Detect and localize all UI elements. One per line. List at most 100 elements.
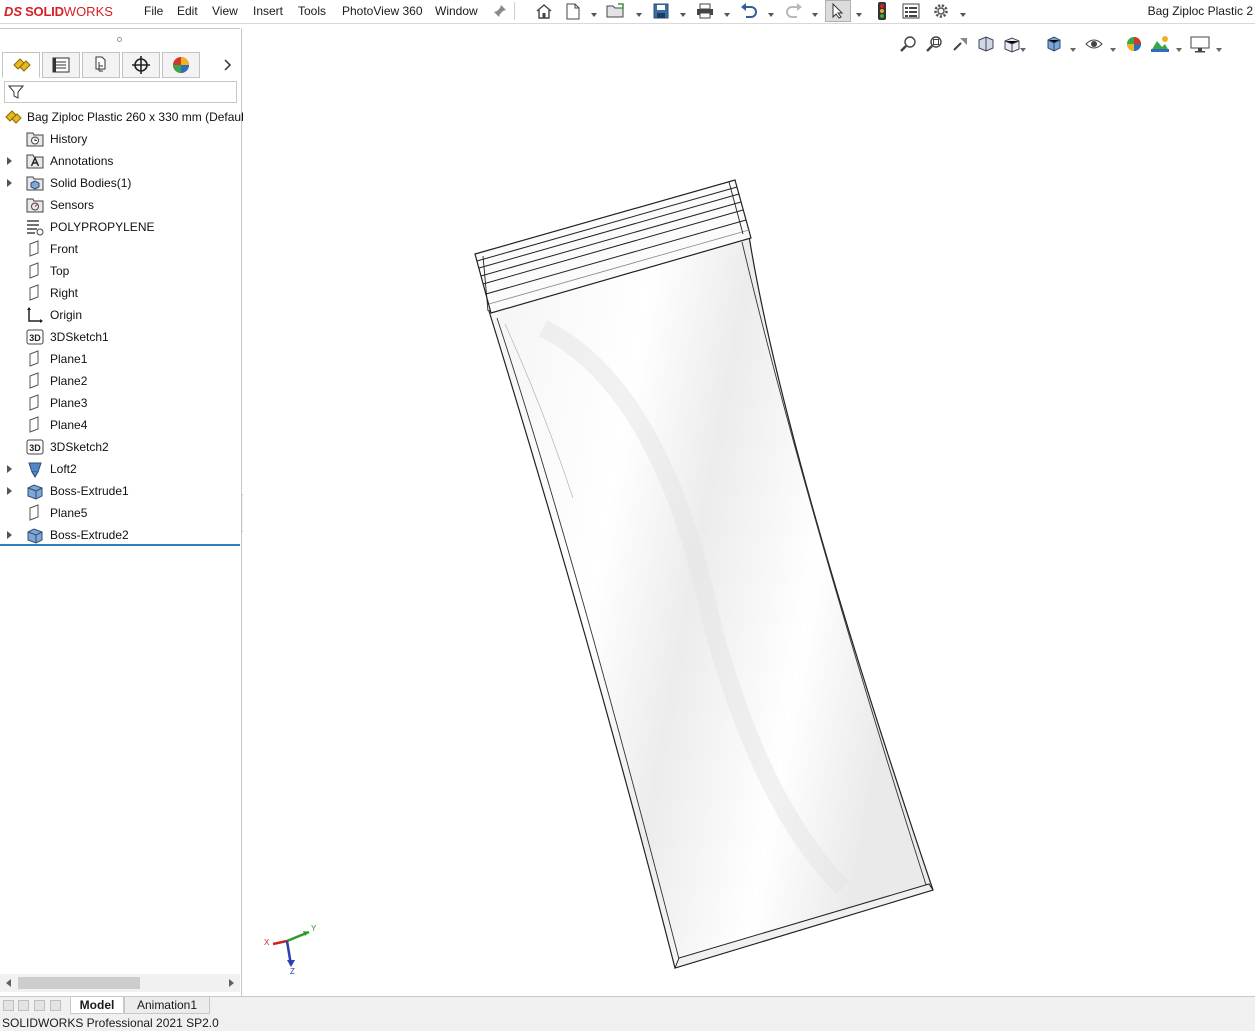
expand-arrow-icon[interactable] [7, 531, 12, 539]
undo-icon[interactable] [739, 2, 759, 20]
menu-view[interactable]: View [212, 4, 238, 18]
menu-edit[interactable]: Edit [177, 4, 198, 18]
menu-file[interactable]: File [144, 4, 163, 18]
configuration-manager-icon[interactable] [82, 52, 120, 78]
property-manager-icon[interactable] [42, 52, 80, 78]
tree-item-sensors[interactable]: Sensors [0, 194, 240, 216]
menu-insert[interactable]: Insert [253, 4, 283, 18]
tree-item-plane3[interactable]: Plane3 [0, 392, 240, 414]
tree-item-annotations[interactable]: Annotations [0, 150, 240, 172]
tree-item-boss-extrude2[interactable]: Boss-Extrude2 [0, 524, 240, 546]
tab-model[interactable]: Model [70, 997, 124, 1014]
rollback-bar[interactable] [0, 544, 240, 546]
tree-item-label: 3DSketch1 [50, 330, 109, 344]
orientation-triad: Y X Z [264, 924, 317, 976]
select-pointer-icon[interactable] [825, 0, 851, 22]
tree-item-origin[interactable]: Origin [0, 304, 240, 326]
horizontal-scrollbar[interactable] [0, 974, 240, 992]
tree-item-plane5[interactable]: Plane5 [0, 502, 240, 524]
tree-item-label: Top [50, 264, 70, 278]
chevron-down-icon[interactable] [724, 7, 730, 17]
document-tabs-bar: Model Animation1 [0, 996, 1255, 1014]
tree-item-label: Sensors [50, 198, 95, 212]
open-folder-icon[interactable] [606, 2, 626, 20]
logo-solid: SOLID [25, 3, 64, 19]
tree-root-part[interactable]: Bag Ziploc Plastic 260 x 330 mm (Default [0, 106, 247, 128]
menu-window[interactable]: Window [435, 4, 478, 18]
new-document-icon[interactable] [563, 2, 583, 20]
svg-text:3D: 3D [29, 333, 41, 343]
tree-item-label: Right [50, 286, 79, 300]
pin-icon[interactable] [490, 2, 510, 20]
boss-extrude-icon [26, 526, 44, 544]
menu-photoview[interactable]: PhotoView 360 [342, 4, 423, 18]
chevron-down-icon[interactable] [856, 7, 862, 17]
tree-item-history[interactable]: History [0, 128, 240, 150]
last-tab-arrow-icon[interactable] [50, 1000, 61, 1011]
solidworks-logo[interactable]: DS SOLID WORKS [4, 2, 113, 20]
expand-arrow-icon[interactable] [7, 465, 12, 473]
chevron-down-icon[interactable] [768, 7, 774, 17]
chevron-down-icon[interactable] [591, 7, 597, 17]
dimxpert-manager-icon[interactable] [122, 52, 160, 78]
status-text: SOLIDWORKS Professional 2021 SP2.0 [2, 1016, 219, 1030]
tree-item-right[interactable]: Right [0, 282, 240, 304]
chevron-down-icon[interactable] [812, 7, 818, 17]
menu-tools[interactable]: Tools [298, 4, 326, 18]
file-properties-icon[interactable] [901, 2, 921, 20]
plane-icon [26, 394, 44, 412]
tree-item-boss-extrude1[interactable]: Boss-Extrude1 [0, 480, 240, 502]
traffic-light-icon[interactable] [872, 2, 892, 20]
redo-icon[interactable] [784, 2, 804, 20]
scroll-thumb[interactable] [18, 977, 140, 989]
expand-arrow-icon[interactable] [7, 179, 12, 187]
tree-item-plane4[interactable]: Plane4 [0, 414, 240, 436]
triad-z-label: Z [290, 967, 295, 976]
expand-arrow-icon[interactable] [7, 487, 12, 495]
tree-item-solid-bodies-1[interactable]: Solid Bodies(1) [0, 172, 240, 194]
home-icon[interactable] [534, 2, 554, 20]
tree-item-front[interactable]: Front [0, 238, 240, 260]
display-manager-icon[interactable] [162, 52, 200, 78]
tree-item-label: Boss-Extrude1 [50, 484, 129, 498]
sensors-folder-icon [26, 196, 44, 214]
graphics-area[interactable]: Y X Z [243, 28, 1255, 996]
scroll-right-icon[interactable] [229, 979, 234, 987]
chevron-right-icon[interactable] [224, 59, 232, 74]
tree-item-loft2[interactable]: Loft2 [0, 458, 240, 480]
chevron-down-icon[interactable] [636, 7, 642, 17]
logo-ds: DS [4, 3, 23, 19]
plane-icon [26, 372, 44, 390]
tree-item-label: History [50, 132, 88, 146]
history-folder-icon [26, 130, 44, 148]
prev-tab-arrow-icon[interactable] [18, 1000, 29, 1011]
print-icon[interactable] [695, 2, 715, 20]
tree-item-top[interactable]: Top [0, 260, 240, 282]
bag-3d-model[interactable] [243, 28, 1255, 996]
tree-item-3dsketch2[interactable]: 3D 3DSketch2 [0, 436, 240, 458]
tree-filter-input[interactable] [4, 81, 237, 103]
tab-animation1[interactable]: Animation1 [124, 997, 210, 1014]
tree-item-3dsketch1[interactable]: 3D 3DSketch1 [0, 326, 240, 348]
save-icon[interactable] [651, 2, 671, 20]
loft-icon [26, 460, 44, 478]
tree-item-label: Plane3 [50, 396, 88, 410]
feature-manager-icon[interactable] [2, 52, 40, 78]
tree-item-plane1[interactable]: Plane1 [0, 348, 240, 370]
chevron-down-icon[interactable] [680, 7, 686, 17]
tree-item-polypropylene[interactable]: POLYPROPYLENE [0, 216, 240, 238]
first-tab-arrow-icon[interactable] [3, 1000, 14, 1011]
tree-item-label: Loft2 [50, 462, 77, 476]
scroll-left-icon[interactable] [6, 979, 11, 987]
expand-arrow-icon[interactable] [7, 157, 12, 165]
panel-splitter[interactable] [0, 28, 240, 49]
3d-sketch-icon: 3D [26, 328, 44, 346]
chevron-down-icon[interactable] [960, 7, 966, 17]
boss-extrude-icon [26, 482, 44, 500]
funnel-icon[interactable] [7, 84, 25, 103]
window-title: Bag Ziploc Plastic 2 [1147, 4, 1253, 18]
next-tab-arrow-icon[interactable] [34, 1000, 45, 1011]
options-gear-icon[interactable] [931, 2, 951, 20]
annotations-folder-icon [26, 152, 44, 170]
tree-item-plane2[interactable]: Plane2 [0, 370, 240, 392]
